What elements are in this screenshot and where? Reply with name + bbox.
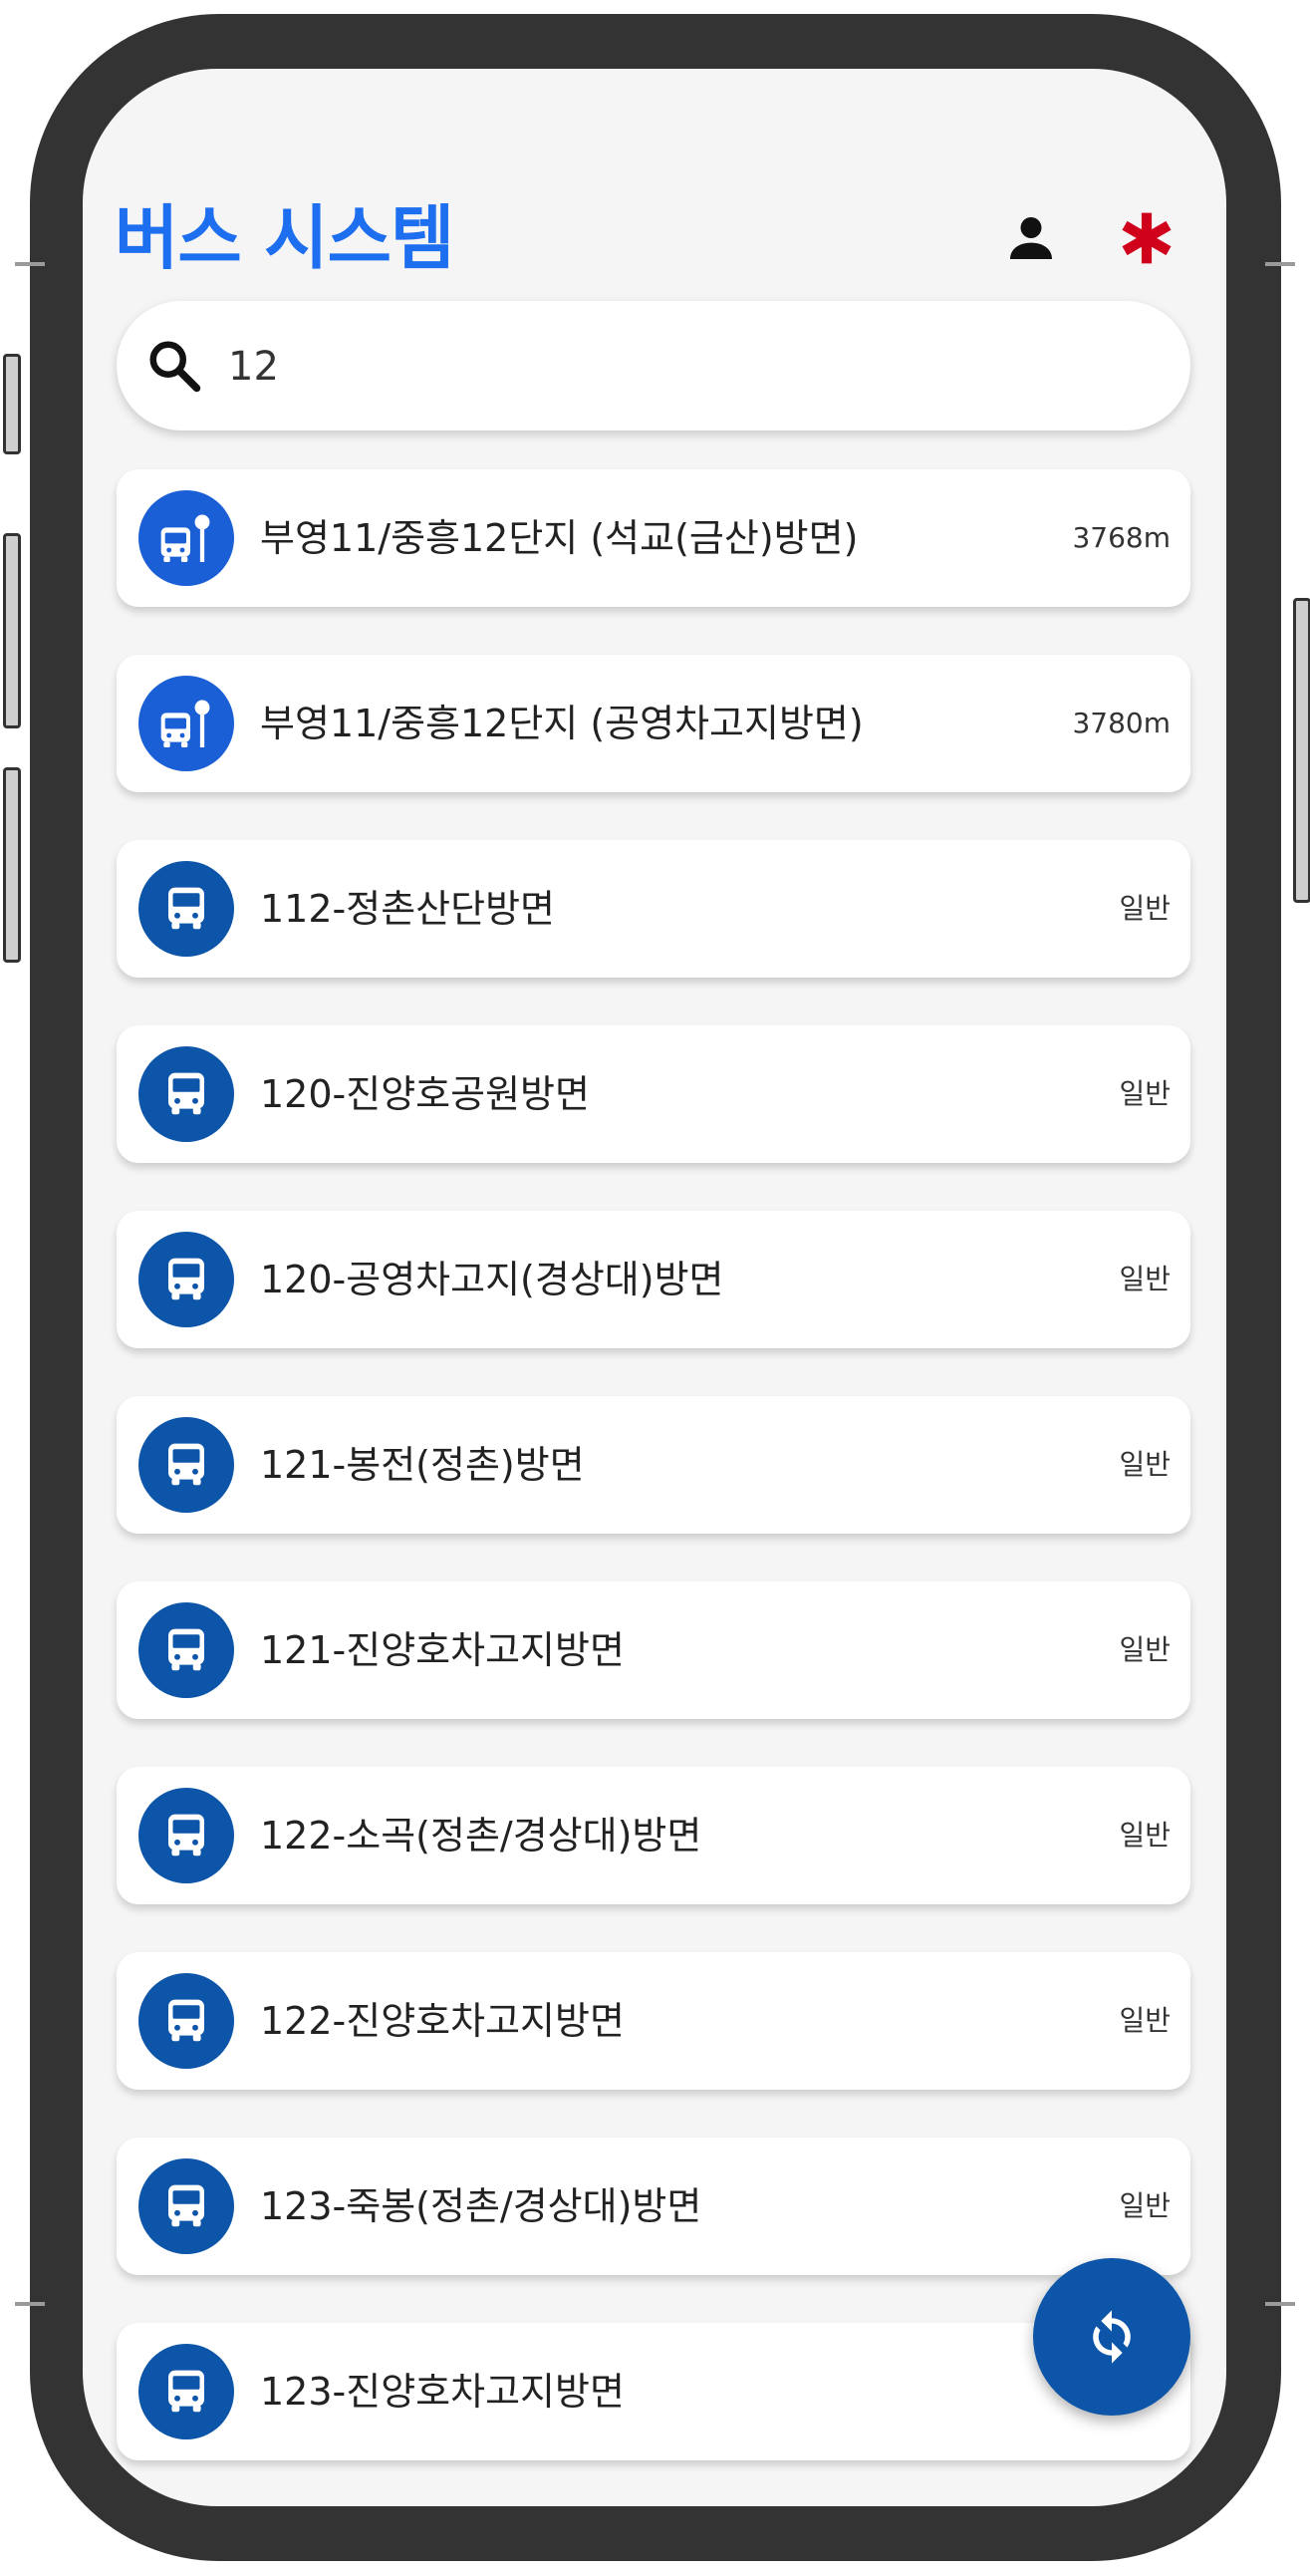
- result-meta: 일반: [1119, 2189, 1171, 2222]
- result-name: 122-소곡(정촌/경상대)방면: [260, 1814, 702, 1858]
- result-meta: 일반: [1119, 1263, 1171, 1295]
- bus-icon: [168, 2184, 204, 2227]
- result-item[interactable]: 120-진양호공원방면 일반: [117, 1025, 1190, 1163]
- result-item[interactable]: 122-소곡(정촌/경상대)방면 일반: [117, 1767, 1190, 1904]
- result-meta: 일반: [1119, 1633, 1171, 1666]
- bus-icon: [168, 1628, 204, 1671]
- bus-icon: [168, 1072, 204, 1115]
- bus-icon: [168, 1258, 204, 1300]
- phone-side-button: [3, 767, 21, 963]
- result-item[interactable]: 부영11/중흥12단지 (공영차고지방면) 3780m: [117, 655, 1190, 792]
- refresh-icon: [1093, 2310, 1131, 2364]
- asterisk-icon: [1122, 212, 1172, 264]
- result-item[interactable]: 121-봉전(정촌)방면 일반: [117, 1396, 1190, 1534]
- bus-icon: [168, 2370, 204, 2413]
- result-icon: [138, 861, 234, 957]
- refresh-button[interactable]: [1033, 2258, 1190, 2416]
- result-icon: [138, 1417, 234, 1513]
- result-item[interactable]: 123-진양호차고지방면: [117, 2323, 1190, 2460]
- result-name: 121-봉전(정촌)방면: [260, 1443, 585, 1487]
- result-name: 120-진양호공원방면: [260, 1072, 590, 1116]
- phone-edge-mark: [1265, 2302, 1295, 2306]
- page-title: 버스 시스템: [115, 197, 454, 279]
- result-name: 120-공영차고지(경상대)방면: [260, 1258, 724, 1301]
- app-header: 버스 시스템: [83, 178, 1226, 298]
- search-input[interactable]: [226, 326, 1127, 408]
- search-icon: [144, 336, 204, 400]
- result-name: 121-진양호차고지방면: [260, 1628, 625, 1672]
- result-name: 112-정촌산단방면: [260, 887, 556, 931]
- result-item[interactable]: 112-정촌산단방면 일반: [117, 840, 1190, 978]
- result-item[interactable]: 122-진양호차고지방면 일반: [117, 1952, 1190, 2090]
- profile-button[interactable]: [991, 198, 1071, 278]
- phone-edge-mark: [1265, 262, 1295, 266]
- phone-side-button: [3, 533, 21, 728]
- result-icon: [138, 1788, 234, 1883]
- result-meta: 일반: [1119, 1077, 1171, 1110]
- result-icon: [138, 676, 234, 771]
- result-item[interactable]: 120-공영차고지(경상대)방면 일반: [117, 1211, 1190, 1348]
- settings-button[interactable]: [1107, 198, 1186, 278]
- bus-stop-icon: [160, 700, 210, 747]
- result-name: 123-죽봉(정촌/경상대)방면: [260, 2184, 702, 2228]
- result-meta: 일반: [1119, 892, 1171, 925]
- person-icon: [1010, 217, 1052, 259]
- phone-power-button: [1293, 598, 1310, 903]
- result-icon: [138, 2158, 234, 2254]
- result-icon: [138, 1046, 234, 1142]
- result-name: 부영11/중흥12단지 (석교(금산)방면): [260, 516, 859, 560]
- result-meta: 일반: [1119, 1819, 1171, 1852]
- bus-icon: [168, 1814, 204, 1857]
- bus-icon: [168, 887, 204, 930]
- phone-side-button: [3, 354, 21, 454]
- app-screen: 버스 시스템 12 부영11/중흥12단지 (석교(금산)방면) 3768m 부…: [83, 69, 1226, 2506]
- bus-stop-icon: [160, 514, 210, 562]
- result-icon: [138, 2344, 234, 2439]
- result-item[interactable]: 123-죽봉(정촌/경상대)방면 일반: [117, 2138, 1190, 2275]
- result-name: 123-진양호차고지방면: [260, 2370, 625, 2414]
- result-item[interactable]: 부영11/중흥12단지 (석교(금산)방면) 3768m: [117, 469, 1190, 607]
- result-meta: 일반: [1119, 1448, 1171, 1481]
- bus-icon: [168, 1999, 204, 2042]
- result-icon: [138, 1973, 234, 2069]
- result-name: 부영11/중흥12단지 (공영차고지방면): [260, 702, 864, 745]
- phone-edge-mark: [15, 2302, 45, 2306]
- result-name: 122-진양호차고지방면: [260, 1999, 625, 2043]
- result-icon: [138, 1232, 234, 1327]
- result-meta: 3768m: [1072, 521, 1171, 554]
- search-bar[interactable]: [117, 301, 1190, 430]
- result-meta: 일반: [1119, 2004, 1171, 2037]
- result-meta: 3780m: [1072, 707, 1171, 739]
- result-icon: [138, 490, 234, 586]
- result-icon: [138, 1602, 234, 1698]
- bus-icon: [168, 1443, 204, 1486]
- phone-edge-mark: [15, 262, 45, 266]
- result-item[interactable]: 121-진양호차고지방면 일반: [117, 1581, 1190, 1719]
